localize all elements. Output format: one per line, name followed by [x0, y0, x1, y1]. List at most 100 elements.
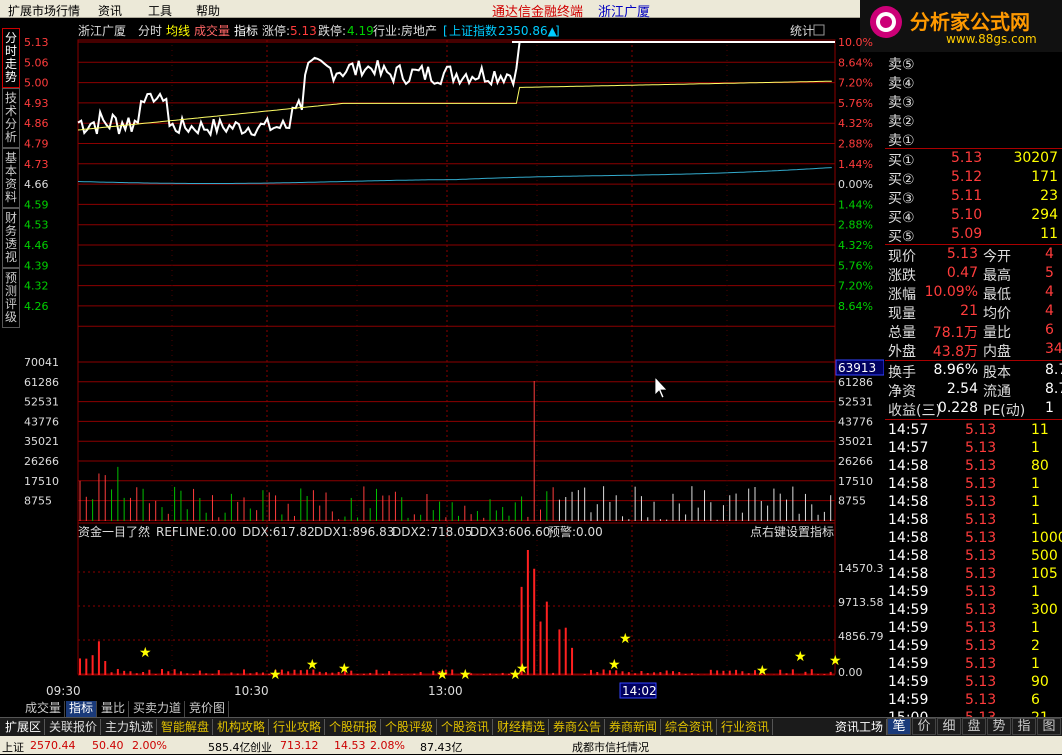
signal-star-icon: ★: [306, 657, 319, 673]
price-axis-label: 4.53: [24, 219, 49, 232]
nav-11[interactable]: 券商新闻: [606, 719, 662, 735]
logo-url: www.88gs.com: [946, 32, 1037, 46]
quote-tab-4[interactable]: 势: [987, 718, 1011, 735]
nav-3[interactable]: 智能解盘: [158, 719, 214, 735]
fin-row: 收益(三) 0.228 PE(动) 1: [885, 400, 1062, 419]
quote-tab-6[interactable]: 图: [1037, 718, 1061, 735]
stat-label-2: 内盘: [983, 344, 1011, 360]
logo-text: 分析家公式网: [910, 10, 1030, 34]
stats-checkbox[interactable]: [813, 24, 825, 36]
chart-indicator-label[interactable]: 指标: [234, 23, 258, 38]
sell-label: 卖⑤: [888, 57, 915, 73]
tick-time: 14:58: [888, 494, 929, 510]
sell-row: 卖①: [885, 130, 1062, 149]
buy-row[interactable]: 买③ 5.11 23: [885, 188, 1062, 207]
quote-tab-2[interactable]: 细: [937, 718, 961, 735]
signal-star-icon: ★: [459, 667, 472, 683]
nav-12[interactable]: 综合资讯: [662, 719, 718, 735]
intraday-chart[interactable]: 5.13 5.06 5.00 4.93 4.86 4.79 4.73 4.66 4.59 4.53…: [22, 20, 884, 706]
menu-item-help[interactable]: 帮助: [196, 2, 220, 19]
tick-volume: 1: [1031, 476, 1040, 492]
tick-time: 14:57: [888, 422, 929, 438]
nav-6[interactable]: 个股研报: [326, 719, 382, 735]
tab-intraday[interactable]: 分时走势: [2, 28, 20, 88]
status-news-ticker[interactable]: 成都市信托情况: [572, 739, 649, 755]
volume-axis-label-right: 43776: [838, 415, 873, 428]
stat-row: 涨幅 10.09% 最低 4: [885, 284, 1062, 303]
quote-tab-5[interactable]: 指: [1012, 718, 1036, 735]
time-label-0930: 09:30: [46, 684, 81, 698]
tab-volume[interactable]: 成交量: [22, 701, 66, 717]
status-bar: 上证 2570.44 50.40 2.00% 585.4亿 创业 713.12 …: [0, 736, 1062, 754]
indicator-axis-label: 0.00: [838, 666, 863, 679]
quote-tab-0[interactable]: 笔: [887, 718, 911, 735]
status-gem-amount: 87.43亿: [420, 741, 463, 754]
buy-row[interactable]: 买① 5.13 30207: [885, 150, 1062, 169]
quote-tab-1[interactable]: 价: [912, 718, 936, 735]
menu-item-market[interactable]: 扩展市场行情: [8, 2, 80, 19]
nav-10[interactable]: 券商公告: [550, 719, 606, 735]
tick-volume: 300: [1031, 602, 1058, 618]
buy-row[interactable]: 买④ 5.10 294: [885, 207, 1062, 226]
tick-time: 14:58: [888, 548, 929, 564]
sell-label: 卖①: [888, 133, 915, 149]
price-axis-label: 5.06: [24, 56, 49, 69]
nav-2[interactable]: 主力轨迹: [102, 719, 158, 735]
nav-8[interactable]: 个股资讯: [438, 719, 494, 735]
tab-indicator[interactable]: 指标: [66, 701, 98, 717]
nav-0[interactable]: 扩展区: [2, 719, 46, 735]
tick-time: 14:58: [888, 476, 929, 492]
buy-row[interactable]: 买⑤ 5.09 11: [885, 226, 1062, 245]
tick-time: 14:58: [888, 566, 929, 582]
indicator-settings-hint[interactable]: 点右键设置指标: [750, 524, 834, 539]
status-index-pct: 2.00%: [132, 739, 167, 752]
nav-5[interactable]: 行业攻略: [270, 719, 326, 735]
tab-buy-sell-power[interactable]: 买卖力道: [130, 701, 186, 717]
tab-volume-ratio[interactable]: 量比: [98, 701, 130, 717]
nav-9[interactable]: 财经精选: [494, 719, 550, 735]
nav-7[interactable]: 个股评级: [382, 719, 438, 735]
fin-label: 收益(三): [888, 403, 941, 419]
chart-mode[interactable]: 分时: [138, 24, 162, 38]
volume-axis-label: 43776: [24, 415, 59, 428]
tab-technical[interactable]: 技术分析: [2, 88, 20, 148]
pct-axis-label: 8.64%: [838, 56, 873, 69]
index-label[interactable]: 上证指数: [449, 23, 497, 38]
menu-item-news[interactable]: 资讯: [98, 2, 122, 19]
stat-row: 涨跌 0.47 最高 5: [885, 265, 1062, 284]
nav-1[interactable]: 关联报价: [46, 719, 102, 735]
limit-up-label: 涨停:: [262, 23, 290, 38]
volume-axis-label: 35021: [24, 435, 59, 448]
stat-value: 43.8万: [932, 344, 978, 360]
pct-axis-label: 5.76%: [838, 97, 873, 110]
chart-volume-label: 成交量: [194, 23, 230, 38]
volume-cursor: 63913: [838, 361, 876, 375]
nav-14[interactable]: 资讯工场: [832, 719, 888, 735]
tick-volume: 105: [1031, 566, 1058, 582]
volume-axis-label-right: 26266: [838, 455, 873, 468]
tab-basic-info[interactable]: 基本资料: [2, 148, 20, 208]
fin-value: 8.96%: [933, 362, 978, 378]
tick-row: 14:58 5.13 80: [885, 458, 1062, 477]
pct-axis-label: 10.0%: [838, 36, 873, 49]
tab-auction-chart[interactable]: 竞价图: [186, 701, 230, 717]
fin-label-2: PE(动): [983, 403, 1026, 419]
stat-value: 10.09%: [924, 284, 978, 300]
tick-price: 5.13: [965, 656, 997, 672]
tab-finance[interactable]: 财务透视: [2, 208, 20, 268]
quote-tab-3[interactable]: 盘: [962, 718, 986, 735]
pct-axis-label: 4.32%: [838, 239, 873, 252]
stat-value: 78.1万: [932, 325, 978, 341]
nav-13[interactable]: 行业资讯: [718, 719, 774, 735]
menu-item-tools[interactable]: 工具: [148, 2, 172, 19]
tick-price: 5.13: [965, 476, 997, 492]
buy-row[interactable]: 买② 5.12 171: [885, 169, 1062, 188]
chart-axes: 5.13 5.06 5.00 4.93 4.86 4.79 4.73 4.66 4.59 4.53…: [24, 36, 884, 679]
tab-forecast[interactable]: 预测评级: [2, 268, 20, 328]
stats-button[interactable]: 统计: [790, 24, 814, 38]
nav-4[interactable]: 机构攻略: [214, 719, 270, 735]
pct-axis-label: 7.20%: [838, 77, 873, 90]
tick-row: 14:59 5.13 1: [885, 620, 1062, 639]
fin-label-2: 股本: [983, 365, 1011, 381]
stat-row: 现量 21 均价 4: [885, 303, 1062, 322]
